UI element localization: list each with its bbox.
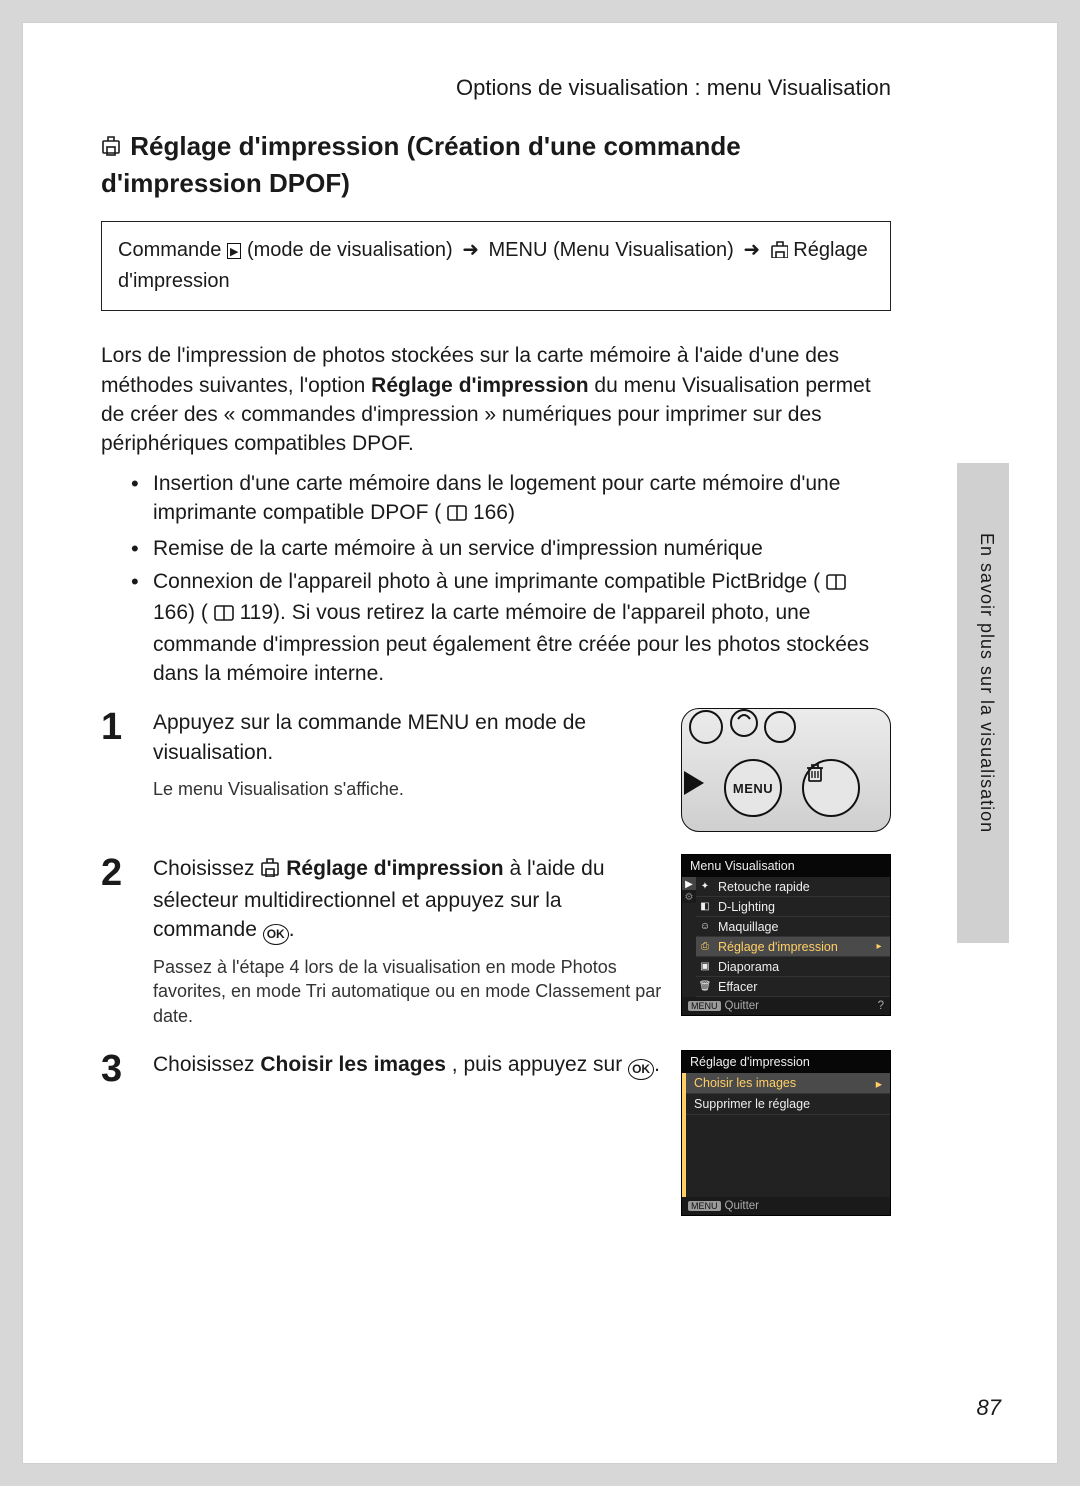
bullet-item: Connexion de l'appareil photo à une impr… [131,567,891,689]
manual-ref-icon [214,600,234,629]
camera-diagram: MENU [681,708,891,832]
chevron-right-icon: ▸ [876,1076,882,1091]
tab-setup[interactable]: ⚙ [682,890,696,903]
command-path-box: Commande (mode de visualisation) ➜ MENU … [101,221,891,311]
bullet-item: Remise de la carte mémoire à un service … [131,534,891,563]
slideshow-icon: ▣ [698,961,712,972]
step-subtext: Le menu Visualisation s'affiche. [153,777,665,801]
step-title: Choisissez Choisir les images , puis app… [153,1050,665,1080]
screen-header: Réglage d'impression [682,1051,890,1073]
step-1: 1 Appuyez sur la commande MENU en mode d… [101,708,891,832]
manual-ref-icon [447,500,467,529]
playback-icon [227,243,241,259]
arrow-icon: ➜ [743,236,760,265]
step-3: 3 Choisissez Choisir les images , puis a… [101,1050,891,1216]
step-title: Choisissez Réglage d'impression à l'aide… [153,854,665,945]
arrow-icon: ➜ [462,236,479,265]
page-number: 87 [977,1395,1001,1421]
step-title: Appuyez sur la commande MENU en mode de … [153,708,665,767]
menu-item-delete[interactable]: 🗑Effacer [696,977,890,997]
print-set-icon: ⎙ [698,941,712,952]
screen-footer: MENUQuitter [682,1197,890,1215]
screen-header: Menu Visualisation [682,855,890,877]
camera-top-controls-icon [682,709,802,749]
delete-button[interactable] [802,759,860,817]
menu-item-quick-retouch[interactable]: ✦Retouche rapide [696,877,890,897]
step-number: 1 [101,708,137,832]
manual-ref-icon [826,569,846,598]
menu-item-print-set[interactable]: ⎙Réglage d'impression▸ [696,937,890,957]
print-set-icon [260,856,280,885]
print-set-icon [770,238,788,267]
menu-label-icon: MENU [688,1201,721,1211]
step-2: 2 Choisissez Réglage d'impression à l'ai… [101,854,891,1027]
ok-button-icon: OK [263,924,289,945]
section-side-label: En savoir plus sur la visualisation [976,533,997,833]
menu-button[interactable]: MENU [724,759,782,817]
step-number: 2 [101,854,137,1027]
page-title: Réglage d'impression (Création d'une com… [101,129,891,201]
menu-item-delete-setting[interactable]: Supprimer le réglage [686,1094,890,1115]
dlighting-icon: ◧ [698,901,712,912]
step-number: 3 [101,1050,137,1216]
menu-label-icon: MENU [688,1001,721,1011]
trash-icon: 🗑 [698,981,712,992]
breadcrumb: Options de visualisation : menu Visualis… [101,75,891,101]
chevron-right-icon: ▸ [872,941,886,952]
bullet-list: Insertion d'une carte mémoire dans le lo… [101,469,891,689]
manual-page: Options de visualisation : menu Visualis… [22,22,1058,1464]
help-icon[interactable]: ? [878,1000,884,1012]
skin-icon: ☺ [698,921,712,932]
trash-icon [804,761,826,783]
print-set-icon [101,131,123,166]
intro-text: Lors de l'impression de photos stockées … [101,341,891,459]
menu-item-choose-images[interactable]: Choisir les images ▸ [686,1073,890,1094]
menu-item-slideshow[interactable]: ▣Diaporama [696,957,890,977]
bullet-item: Insertion d'une carte mémoire dans le lo… [131,469,891,530]
step-subtext: Passez à l'étape 4 lors de la visualisat… [153,955,665,1028]
screen-footer: MENUQuitter ? [682,997,890,1015]
press-arrow-icon [684,771,704,795]
menu-item-skin[interactable]: ☺Maquillage [696,917,890,937]
tab-playback[interactable]: ▶ [682,877,696,890]
camera-screen-menu: Menu Visualisation ▶ ⚙ ✦Retouche rapide … [681,854,891,1016]
menu-item-dlighting[interactable]: ◧D-Lighting [696,897,890,917]
retouch-icon: ✦ [698,881,712,892]
camera-screen-print-set: Réglage d'impression Choisir les images … [681,1050,891,1216]
ok-button-icon: OK [628,1059,654,1080]
